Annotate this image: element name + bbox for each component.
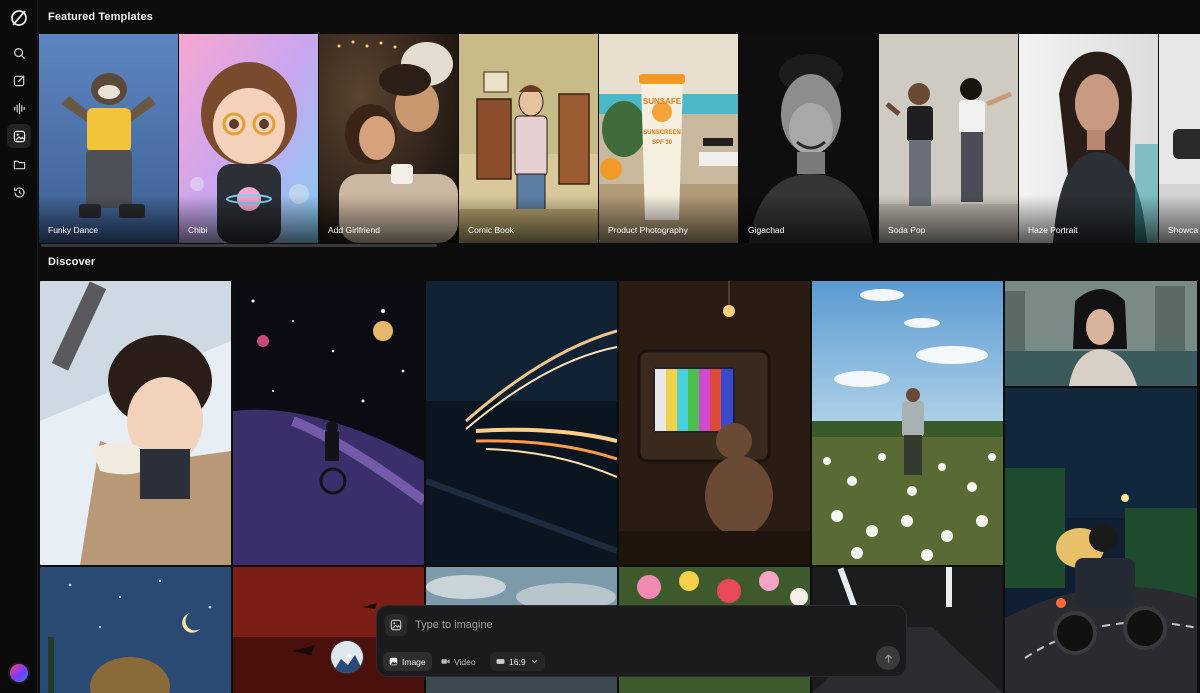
product-brand-text: SUNSAFE (643, 97, 682, 106)
featured-templates-title: Featured Templates (48, 11, 153, 23)
template-card-chibi[interactable]: Chibi (179, 34, 318, 243)
discover-item-night-crescent[interactable] (40, 567, 231, 693)
template-card-soda-pop[interactable]: Soda Pop (879, 34, 1018, 243)
discover-item-space-cyclist[interactable] (233, 281, 424, 565)
aspect-ratio-icon (496, 659, 505, 664)
template-card-showcase[interactable]: Showca (1159, 34, 1200, 243)
video-icon (441, 659, 450, 664)
mode-image-button[interactable]: Image (383, 652, 432, 671)
product-line-text: SUNSCREEN (643, 130, 681, 136)
mode-image-label: Image (402, 656, 426, 667)
send-button[interactable] (876, 646, 900, 670)
prompt-reference-avatar[interactable] (330, 640, 364, 674)
discover-title: Discover (48, 256, 96, 268)
mode-video-button[interactable]: Video (435, 652, 482, 671)
template-label: Funky Dance (48, 225, 99, 235)
user-avatar[interactable] (8, 662, 30, 684)
template-card-add-girlfriend[interactable]: Add Girlfriend (319, 34, 458, 243)
prompt-bar: Image Video 16:9 (376, 605, 907, 677)
main-content: Featured Templates Funky Dance Chibi Add… (39, 0, 1200, 693)
image-reference-icon[interactable] (385, 614, 407, 636)
discover-item-cyber-woman[interactable] (1005, 281, 1197, 386)
sidebar (0, 0, 38, 693)
template-label: Product Photography (608, 225, 688, 235)
template-card-gigachad[interactable]: Gigachad (739, 34, 878, 243)
template-label: Add Girlfriend (328, 225, 380, 235)
discover-item-pixel-motorcycle[interactable] (1005, 388, 1197, 693)
featured-scrollbar[interactable] (41, 244, 437, 247)
template-label: Gigachad (748, 225, 785, 235)
discover-item-cat-tv[interactable] (619, 281, 810, 565)
template-card-comic-book[interactable]: Comic Book (459, 34, 598, 243)
template-label: Soda Pop (888, 225, 926, 235)
product-spf-text: SPF 30 (652, 140, 673, 146)
template-card-funky-dance[interactable]: Funky Dance (39, 34, 178, 243)
template-label: Comic Book (468, 225, 514, 235)
image-icon (389, 657, 398, 666)
template-label: Haze Portrait (1028, 225, 1078, 235)
edit-icon[interactable] (7, 68, 31, 92)
template-label: Chibi (188, 225, 208, 235)
history-icon[interactable] (7, 180, 31, 204)
aspect-ratio-dropdown[interactable]: 16:9 (490, 652, 545, 671)
discover-item-anime-boy[interactable] (40, 281, 231, 565)
aspect-ratio-label: 16:9 (509, 656, 526, 667)
chevron-down-icon (531, 660, 537, 664)
arrow-up-icon (884, 653, 892, 663)
gallery-icon[interactable] (7, 124, 31, 148)
folder-icon[interactable] (7, 152, 31, 176)
template-card-product-photography[interactable]: SUNSAFE SUNSCREEN SPF 30 Product Photogr… (599, 34, 738, 243)
search-icon[interactable] (7, 41, 31, 65)
template-label: Showca (1168, 225, 1199, 235)
logo-icon[interactable] (9, 8, 29, 28)
mode-video-label: Video (454, 656, 476, 667)
featured-templates-row[interactable]: Funky Dance Chibi Add Girlfriend Comic B… (39, 34, 1200, 243)
discover-item-dandelion-field[interactable] (812, 281, 1003, 565)
discover-item-light-trails[interactable] (426, 281, 617, 565)
template-card-haze-portrait[interactable]: Haze Portrait (1019, 34, 1158, 243)
waveform-icon[interactable] (7, 96, 31, 120)
prompt-input[interactable] (415, 616, 855, 634)
